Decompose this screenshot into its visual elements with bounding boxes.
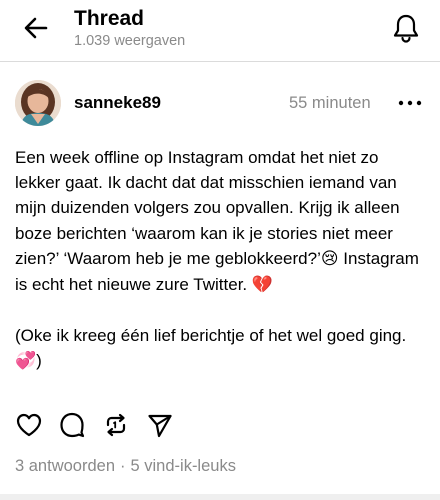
broken-heart-emoji: 💔 xyxy=(251,275,274,296)
send-icon[interactable] xyxy=(146,411,174,439)
likes-count[interactable]: 5 vind-ik-leuks xyxy=(131,457,236,475)
arrow-left-icon[interactable] xyxy=(22,14,50,42)
post-timestamp: 55 minuten xyxy=(289,94,371,112)
replies-count[interactable]: 3 antwoorden xyxy=(15,457,115,475)
section-divider xyxy=(0,494,440,500)
stats-separator: · xyxy=(120,457,126,475)
post-stats: 3 antwoorden · 5 vind-ik-leuks xyxy=(15,456,236,476)
post-paragraph: (Oke ik kreeg één lief berichtje of het … xyxy=(15,323,425,374)
post-text-part: ) xyxy=(36,351,42,371)
view-count: 1.039 weergaven xyxy=(74,33,186,49)
crying-emoji: 😢 xyxy=(320,248,339,269)
more-horizontal-icon[interactable] xyxy=(395,92,425,114)
post-body: Een week offline op Instagram omdat het … xyxy=(15,145,425,375)
username[interactable]: sanneke89 xyxy=(74,93,161,113)
post-text-part: (Oke ik kreeg één lief berichtje of het … xyxy=(15,326,407,346)
avatar[interactable] xyxy=(15,80,61,126)
comment-icon[interactable] xyxy=(58,411,86,439)
bell-icon[interactable] xyxy=(392,13,420,43)
heart-icon[interactable] xyxy=(15,411,43,439)
post-paragraph: Een week offline op Instagram omdat het … xyxy=(15,145,425,298)
page-title: Thread xyxy=(74,7,145,30)
thread-screen: Thread 1.039 weergaven sanneke89 55 minu… xyxy=(0,0,440,500)
header-divider xyxy=(0,61,440,62)
top-bar: Thread 1.039 weergaven xyxy=(0,0,440,60)
avatar-image xyxy=(15,80,61,126)
hearts-emoji: 💞 xyxy=(15,351,37,372)
action-bar xyxy=(15,411,195,441)
repost-icon[interactable] xyxy=(102,411,130,439)
